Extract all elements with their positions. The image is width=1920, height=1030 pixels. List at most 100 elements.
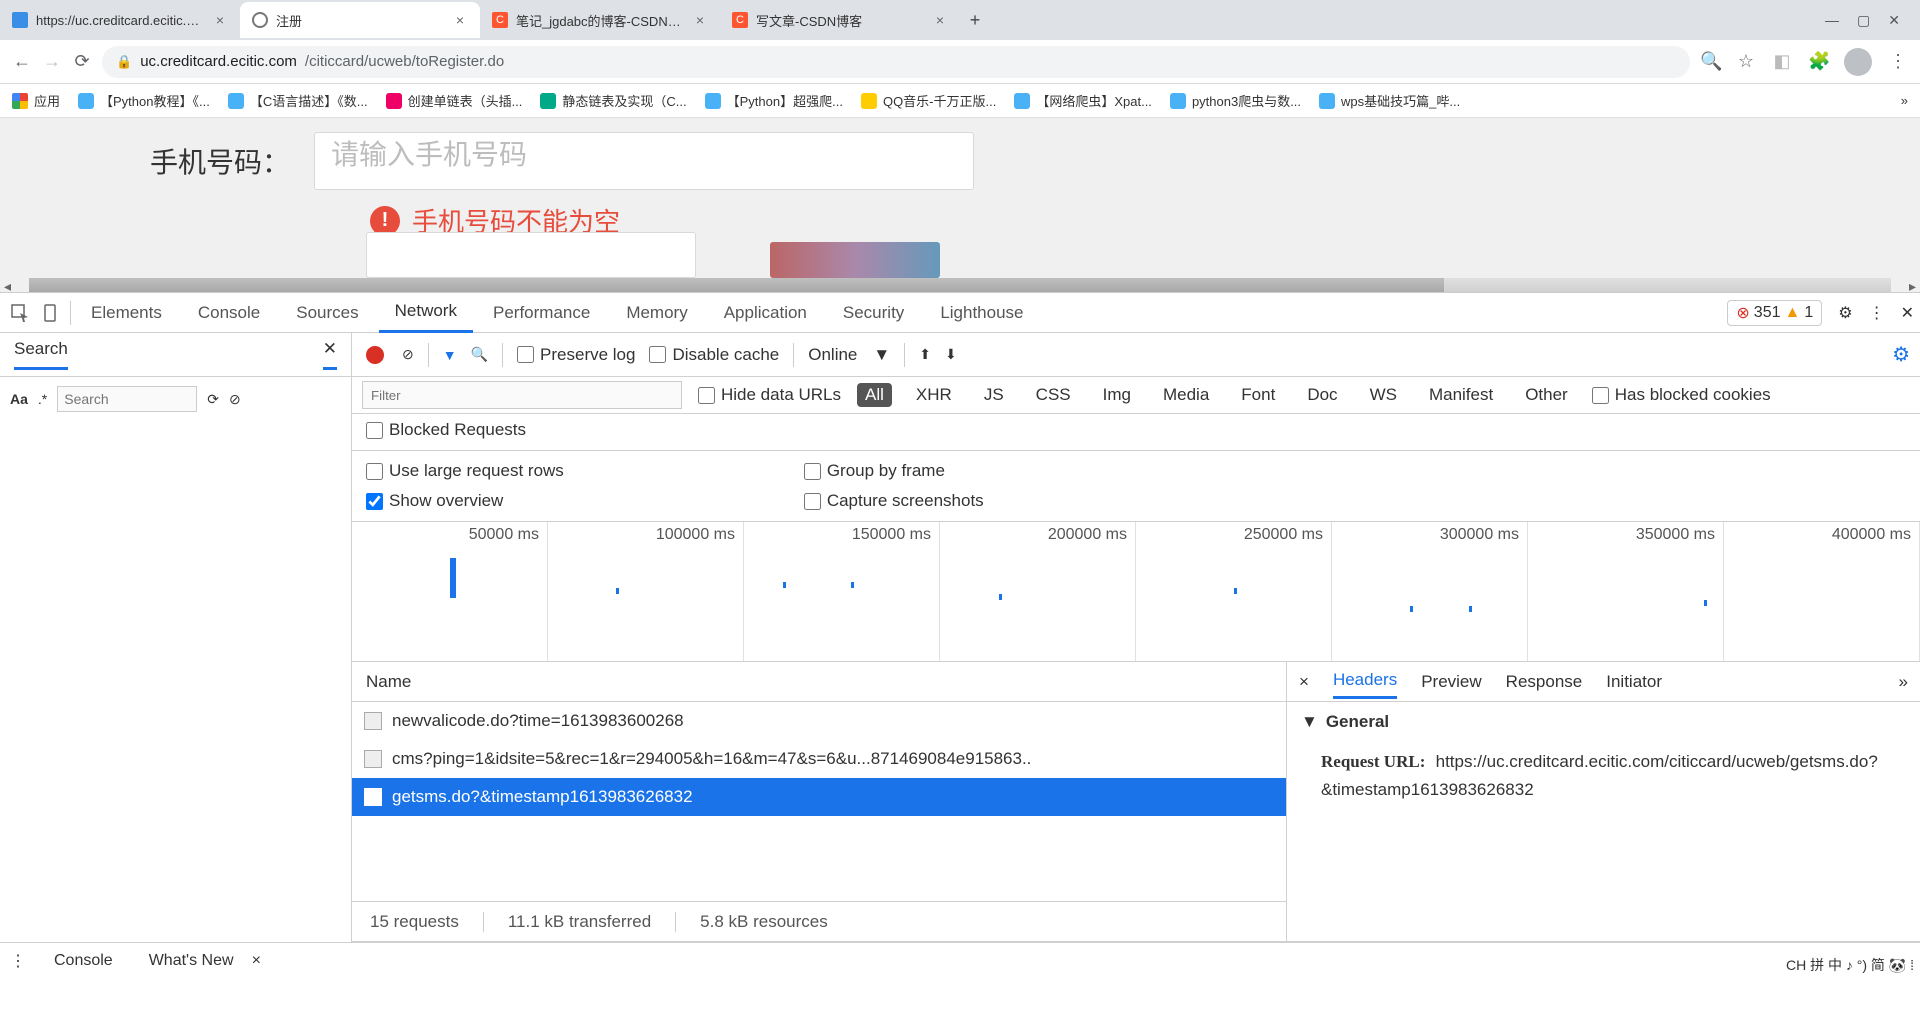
menu-icon[interactable]: ⋮ [1888, 51, 1908, 72]
blocked-cookies-checkbox[interactable]: Has blocked cookies [1592, 385, 1771, 405]
tab-performance[interactable]: Performance [477, 293, 606, 333]
request-row[interactable]: newvalicode.do?time=1613983600268 [352, 702, 1286, 740]
request-row[interactable]: getsms.do?&timestamp1613983626832 [352, 778, 1286, 816]
close-icon[interactable]: × [212, 12, 228, 28]
upload-icon[interactable]: ⬆ [919, 346, 931, 363]
settings-icon[interactable]: ⚙ [1838, 303, 1852, 323]
tab-application[interactable]: Application [708, 293, 823, 333]
search-input[interactable] [57, 386, 197, 412]
capture-screenshots-checkbox[interactable]: Capture screenshots [804, 491, 984, 511]
close-icon[interactable]: × [932, 12, 948, 28]
detail-tab-response[interactable]: Response [1506, 672, 1583, 692]
case-toggle[interactable]: Aa [10, 391, 28, 407]
blocked-requests-checkbox[interactable]: Blocked Requests [366, 420, 1906, 440]
overview-timeline[interactable]: 50000 ms 100000 ms 150000 ms 200000 ms 2… [352, 522, 1920, 662]
more-tabs-icon[interactable]: » [1899, 672, 1908, 692]
close-detail-icon[interactable]: × [1299, 672, 1309, 692]
tab-3[interactable]: C 笔记_jgdabc的博客-CSDN博客 × [480, 2, 720, 38]
close-window-icon[interactable]: ✕ [1888, 12, 1900, 29]
search-icon[interactable]: 🔍 [471, 346, 488, 363]
bookmark-item[interactable]: 静态链表及实现（C... [540, 91, 686, 110]
tab-1[interactable]: https://uc.creditcard.ecitic.com × [0, 2, 240, 38]
inspect-icon[interactable] [6, 303, 34, 323]
bookmark-item[interactable]: 【Python】超强爬... [705, 91, 843, 110]
tab-4[interactable]: C 写文章-CSDN博客 × [720, 2, 960, 38]
filter-ws[interactable]: WS [1362, 383, 1405, 407]
close-drawer-tab-icon[interactable]: × [252, 952, 261, 970]
record-button[interactable] [366, 346, 384, 364]
disable-cache-checkbox[interactable]: Disable cache [649, 345, 779, 365]
column-name[interactable]: Name [352, 662, 1286, 702]
tab-memory[interactable]: Memory [610, 293, 703, 333]
scroll-thumb[interactable] [29, 278, 1444, 292]
profile-avatar[interactable] [1844, 48, 1872, 76]
error-count[interactable]: ⊗351 ▲1 [1727, 300, 1822, 326]
detail-tab-initiator[interactable]: Initiator [1606, 672, 1662, 692]
tab-network[interactable]: Network [379, 293, 473, 333]
bookmark-item[interactable]: 【Python教程】《... [78, 91, 210, 110]
phone-input[interactable]: 请输入手机号码 [314, 132, 974, 190]
bookmark-item[interactable]: QQ音乐-千万正版... [861, 91, 996, 110]
filter-other[interactable]: Other [1517, 383, 1576, 407]
horizontal-scrollbar[interactable]: ◂ ▸ [0, 278, 1920, 292]
filter-all[interactable]: All [857, 383, 892, 407]
device-icon[interactable] [38, 303, 66, 323]
filter-manifest[interactable]: Manifest [1421, 383, 1501, 407]
request-row[interactable]: cms?ping=1&idsite=5&rec=1&r=294005&h=16&… [352, 740, 1286, 778]
close-icon[interactable]: × [452, 12, 468, 28]
filter-xhr[interactable]: XHR [908, 383, 960, 407]
download-icon[interactable]: ⬇ [945, 346, 957, 363]
hide-urls-checkbox[interactable]: Hide data URLs [698, 385, 841, 405]
new-tab-button[interactable]: + [960, 10, 990, 31]
filter-input[interactable] [362, 381, 682, 409]
general-section[interactable]: ▼General [1287, 702, 1920, 742]
detail-tab-headers[interactable]: Headers [1333, 664, 1397, 699]
throttle-select[interactable]: Online▼ [808, 345, 890, 365]
puzzle-icon[interactable]: 🧩 [1808, 51, 1828, 72]
filter-icon[interactable]: ▼ [443, 347, 457, 363]
minimize-icon[interactable]: — [1825, 12, 1839, 29]
captcha-input[interactable] [366, 232, 696, 278]
kebab-icon[interactable]: ⋮ [1869, 303, 1885, 323]
star-icon[interactable]: ☆ [1736, 51, 1756, 72]
drawer-console[interactable]: Console [36, 952, 131, 970]
close-search-icon[interactable]: ✕ [323, 339, 337, 370]
filter-doc[interactable]: Doc [1299, 383, 1345, 407]
tab-2[interactable]: 注册 × [240, 2, 480, 38]
bookmark-item[interactable]: wps基础技巧篇_哔... [1319, 91, 1460, 110]
tab-lighthouse[interactable]: Lighthouse [924, 293, 1039, 333]
show-overview-checkbox[interactable]: Show overview [366, 491, 564, 511]
close-devtools-icon[interactable]: ✕ [1901, 303, 1914, 323]
refresh-icon[interactable]: ⟳ [207, 391, 219, 408]
filter-img[interactable]: Img [1095, 383, 1139, 407]
preserve-log-checkbox[interactable]: Preserve log [517, 345, 635, 365]
drawer-whatsnew[interactable]: What's New [131, 952, 252, 970]
bookmark-item[interactable]: 创建单链表（头插... [386, 91, 523, 110]
group-frame-checkbox[interactable]: Group by frame [804, 461, 984, 481]
clear-icon[interactable]: ⊘ [229, 391, 241, 408]
close-icon[interactable]: × [692, 12, 708, 28]
filter-css[interactable]: CSS [1028, 383, 1079, 407]
tab-security[interactable]: Security [827, 293, 920, 333]
filter-js[interactable]: JS [976, 383, 1012, 407]
url-input[interactable]: 🔒 uc.creditcard.ecitic.com/citiccard/ucw… [102, 46, 1690, 78]
bookmark-item[interactable]: 【C语言描述】《数... [228, 91, 368, 110]
network-settings-icon[interactable]: ⚙ [1892, 342, 1910, 367]
captcha-image[interactable] [770, 242, 940, 278]
filter-font[interactable]: Font [1233, 383, 1283, 407]
maximize-icon[interactable]: ▢ [1857, 12, 1870, 29]
filter-media[interactable]: Media [1155, 383, 1217, 407]
tab-console[interactable]: Console [182, 293, 276, 333]
forward-icon[interactable]: → [42, 51, 62, 72]
clear-log-icon[interactable]: ⊘ [402, 346, 414, 363]
back-icon[interactable]: ← [12, 51, 32, 72]
zoom-icon[interactable]: 🔍 [1700, 51, 1720, 72]
ime-bar[interactable]: CH 拼 中 ♪ °) 简 🐼 ⁞ [1786, 955, 1914, 975]
bookmark-item[interactable]: python3爬虫与数... [1170, 91, 1301, 110]
tab-sources[interactable]: Sources [280, 293, 374, 333]
drawer-menu-icon[interactable]: ⋮ [0, 951, 36, 971]
reload-icon[interactable]: ⟳ [72, 51, 92, 72]
extension-icon[interactable]: ◧ [1772, 51, 1792, 72]
detail-tab-preview[interactable]: Preview [1421, 672, 1481, 692]
large-rows-checkbox[interactable]: Use large request rows [366, 461, 564, 481]
